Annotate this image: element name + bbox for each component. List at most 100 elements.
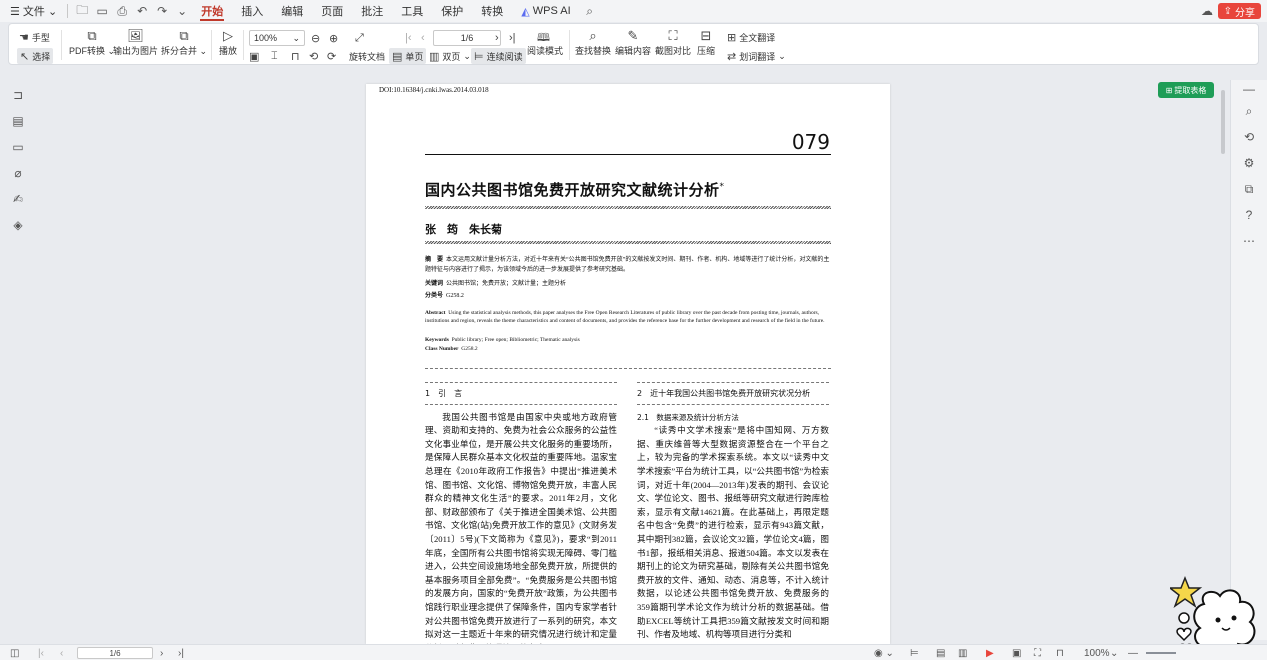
eye-protection-icon[interactable]: ◉ ⌄ [874,645,894,660]
help-icon[interactable]: ? [1242,208,1256,222]
right-sidebar: — ⌕ ⟲ ⚙ ⧉ ? ⋯ [1230,80,1267,640]
class-number-text: G258.2 [446,293,464,299]
actual-size-icon[interactable]: ⊓ [291,48,300,64]
export-image-button[interactable]: 🖼 输出为图片 [113,27,158,57]
abstract-label: 摘 要 [425,256,444,263]
first-page-icon[interactable]: |‹ [38,645,44,660]
translate-panel-icon[interactable]: ⧉ [1242,182,1256,196]
divider [425,241,831,244]
sidebar-toggle-icon[interactable]: ◫ [10,645,19,660]
rotate-document-button[interactable]: 旋转文档 [349,48,385,64]
next-page-icon[interactable]: › [160,645,163,660]
signature-icon[interactable]: ✍ [11,192,25,206]
search-icon[interactable]: ⌕ [1242,104,1256,118]
search-icon[interactable]: ⌕ [580,0,600,22]
fit-page-icon[interactable]: ▣ [249,48,259,64]
tab-edit[interactable]: 编辑 [272,0,312,22]
keywords-label: 关键词 [425,280,444,287]
english-abstract: Abstract Using the statistical analysis … [425,309,831,325]
zoom-slider[interactable] [1146,652,1176,654]
thumbnails-icon[interactable]: ▤ [11,114,25,128]
split-merge-button[interactable]: ⧉ 拆分合并 ⌄ [161,27,207,57]
right-column: 2 近十年我国公共图书馆免费开放研究状况分析 2.1 数据来源及统计分析方法 “… [637,382,829,642]
chevron-down-icon[interactable]: ⌄ [1110,645,1118,660]
find-replace-button[interactable]: ⌕ 查找替换 [575,27,611,57]
split-merge-label: 拆分合并 [161,46,198,56]
single-page-button[interactable]: ▤ 单页 [389,48,427,64]
doi-text: DOI:10.16384/j.cnki.lwas.2014.03.018 [379,86,489,94]
single-page-icon[interactable]: ▤ [936,645,945,660]
vertical-scrollbar[interactable] [1221,90,1225,154]
page-number-input[interactable]: 1/6 [77,647,153,659]
prev-page-icon[interactable]: ‹ [60,645,63,660]
last-page-icon[interactable]: ›| [178,645,184,660]
next-page-icon[interactable]: › [495,30,499,46]
tab-tools[interactable]: 工具 [392,0,432,22]
status-bar: ◫ |‹ ‹ 1/6 › ›| ◉ ⌄ ⊨ ▤ ▥ ▶ ▣ ⛶ ⊓ 100% ⌄… [0,644,1267,660]
comment-icon[interactable]: ▭ [11,140,25,154]
file-menu[interactable]: ☰ 文件 ⌄ [4,0,63,22]
ai-icon[interactable]: ⟲ [1242,130,1256,144]
fit-width-icon[interactable]: ⌶ [271,48,278,64]
zoom-in-button[interactable]: ⊕ [329,30,338,46]
full-screen-icon[interactable]: ⊓ [1056,645,1064,660]
rotate-left-icon[interactable]: ⟲ [309,48,318,64]
zoom-out-icon[interactable]: — [1128,645,1138,660]
save-icon[interactable]: ▭ [92,0,112,22]
pdf-convert-button[interactable]: ⧉ PDF转换 ⌄ [69,27,115,57]
tab-insert[interactable]: 插入 [232,0,272,22]
en-keywords-label: Keywords [425,337,449,343]
print-icon[interactable]: ⎙ [112,0,132,22]
zoom-out-button[interactable]: ⊖ [311,30,320,46]
edit-content-button[interactable]: ✎ 编辑内容 [615,27,651,57]
undo-icon[interactable]: ↶ [132,0,152,22]
wps-ai-label: WPS AI [532,5,571,17]
folder-icon[interactable]: 🗀 [72,0,92,22]
divider [425,154,831,155]
redo-icon[interactable]: ↷ [152,0,172,22]
fit-icon[interactable]: ⤢ [355,30,364,46]
layers-icon[interactable]: ◈ [11,218,25,232]
select-tool-button[interactable]: ↖ 选择 [17,48,54,64]
share-button[interactable]: ⇪ 分享 [1217,3,1261,19]
fit-width-icon[interactable]: ⊨ [910,645,919,660]
chinese-class-number: 分类号 G258.2 [425,291,831,301]
tab-convert[interactable]: 转换 [472,0,512,22]
attachment-icon[interactable]: ⌀ [11,166,25,180]
settings-icon[interactable]: ⚙ [1242,156,1256,170]
zoom-out-icon: ⊖ [311,32,321,45]
more-icon[interactable]: ⋯ [1242,234,1256,248]
play-icon[interactable]: ▶ [986,645,994,660]
tab-page[interactable]: 页面 [312,0,352,22]
tab-protect[interactable]: 保护 [432,0,472,22]
tab-home[interactable]: 开始 [192,0,232,22]
chevron-down-icon[interactable]: ⌄ [172,0,192,22]
play-button[interactable]: ▷ 播放 [219,27,237,57]
actual-size-icon[interactable]: ⛶ [1034,645,1041,660]
double-page-button[interactable]: ▥ 双页 ⌄ [429,48,471,64]
rotate-right-icon[interactable]: ⟳ [327,48,336,64]
word-translate-button[interactable]: ⇄ 划词翻译 ⌄ [727,48,786,64]
tab-annotate[interactable]: 批注 [352,0,392,22]
tab-wps-ai[interactable]: ◭ WPS AI [512,0,579,22]
bookmark-icon[interactable]: ⊐ [11,88,25,102]
cloud-icon[interactable]: ☁ [1199,3,1215,19]
fit-page-icon[interactable]: ▣ [1012,645,1021,660]
full-translate-button[interactable]: ⊞ 全文翻译 [727,29,775,45]
compress-button[interactable]: ⊟ 压缩 [697,27,715,57]
page-number-input[interactable]: 1/6 [433,30,501,46]
extract-table-button[interactable]: ⊞ 提取表格 [1158,82,1214,98]
minimize-icon[interactable]: — [1242,82,1256,96]
continuous-reading-button[interactable]: ⊨ 连续阅读 [471,48,526,64]
left-column: 1 引 言 我国公共图书馆是由国家中央或地方政府管理、资助和支持的、免费为社会公… [425,382,617,644]
read-mode-button[interactable]: 阅读模式 [525,27,565,57]
double-page-icon[interactable]: ▥ [958,645,967,660]
prev-page-icon[interactable]: ‹ [421,30,425,46]
divider [425,206,831,209]
hand-tool-button[interactable]: ☚ 手型 [19,29,50,45]
last-page-icon[interactable]: ›| [509,30,516,46]
first-page-icon[interactable]: |‹ [405,30,412,46]
zoom-value[interactable]: 100% [1084,645,1110,660]
screenshot-compare-button[interactable]: ⛶ 截图对比 [655,27,691,57]
zoom-select[interactable]: 100% ⌄ [249,30,305,46]
